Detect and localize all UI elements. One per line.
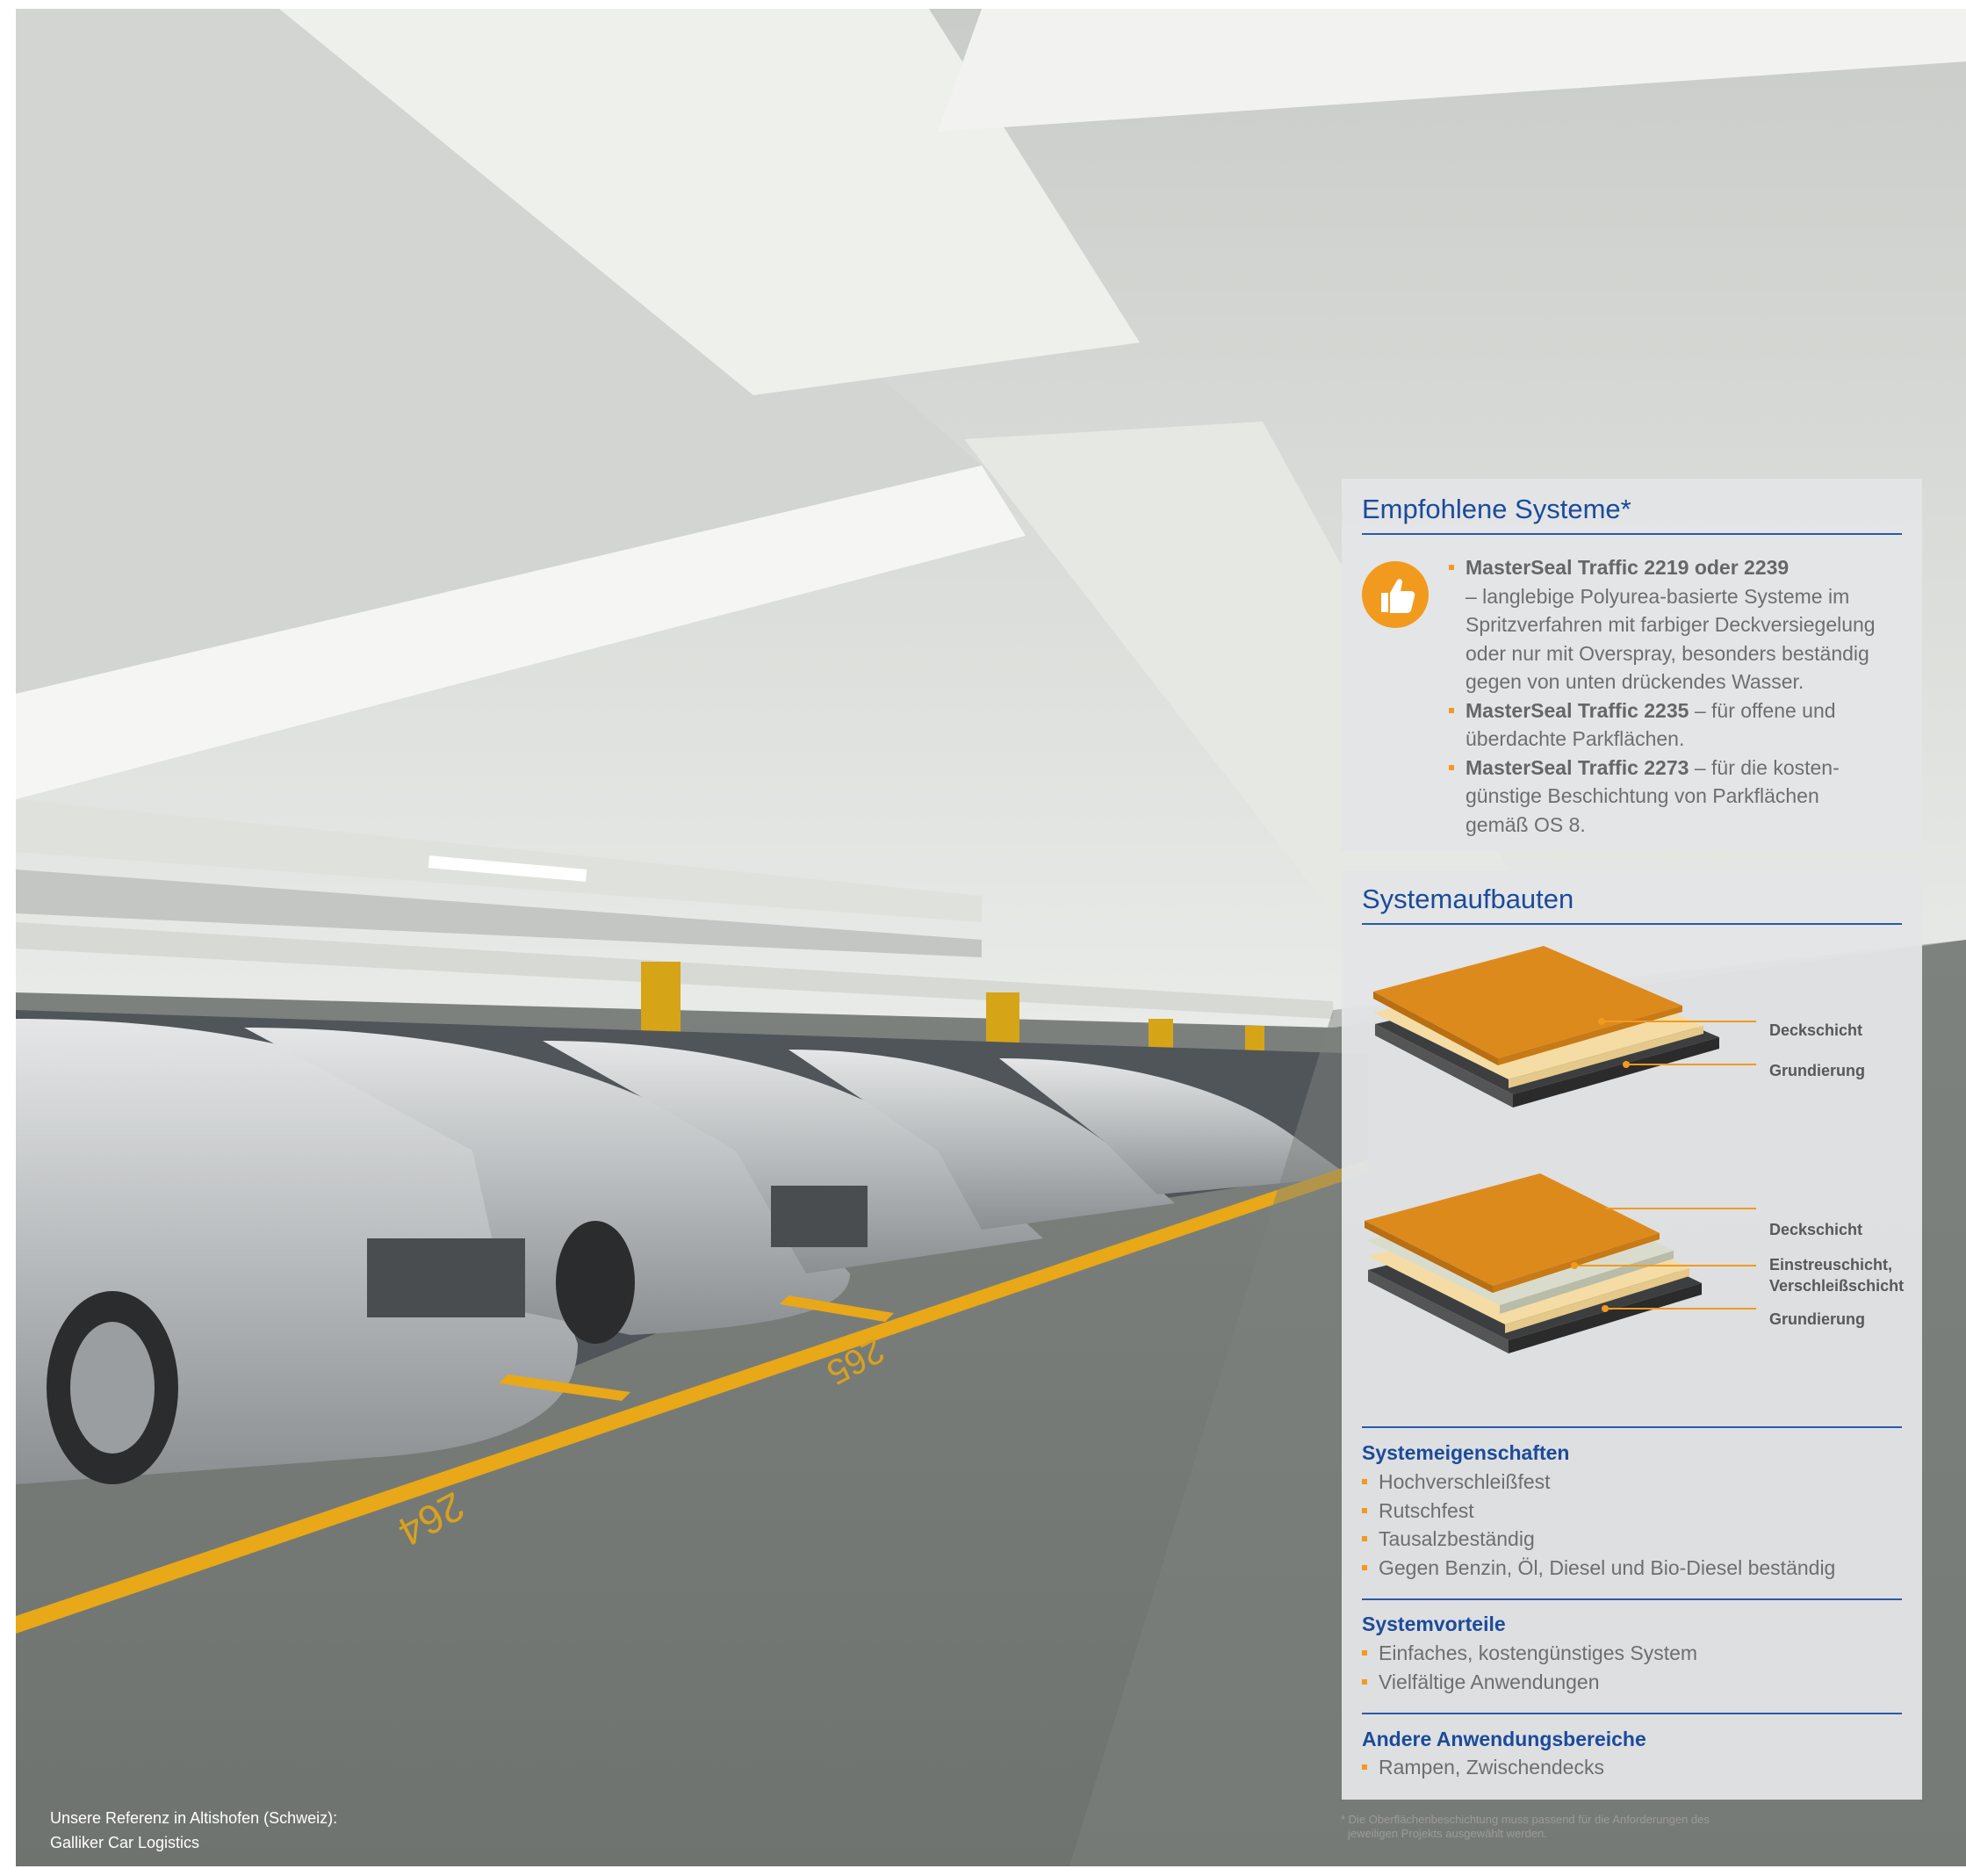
footnote: * Die Oberflächenbeschichtung muss passe… — [1341, 1813, 1710, 1840]
item-text: gegen von unten drückendes Wasser. — [1465, 670, 1804, 693]
layer-label: Einstreuschicht, — [1769, 1256, 1893, 1274]
item-text: – für die kosten- — [1689, 755, 1840, 779]
section-title: Systemeigenschaften — [1362, 1441, 1570, 1464]
product-name: MasterSeal Traffic 2219 oder 2239 — [1465, 556, 1790, 579]
recommended-systems-panel: Empfohlene Systeme* MasterSeal Traffic 2… — [1342, 479, 1922, 851]
divider — [1362, 1426, 1902, 1428]
list-item: Einfaches, kostengünstiges System — [1362, 1639, 1697, 1668]
list-item: MasterSeal Traffic 2273 – für die kosten… — [1449, 754, 1905, 840]
system-builds-panel: Systemaufbauten Deckschicht Grundierung — [1342, 870, 1922, 1800]
photo-caption: Unsere Referenz in Altishofen (Schweiz):… — [50, 1806, 337, 1855]
caption-line: Galliker Car Logistics — [50, 1834, 200, 1851]
thumbs-up-icon — [1362, 561, 1429, 628]
section-title: Systemvorteile — [1362, 1613, 1506, 1635]
layer-label: Deckschicht — [1769, 1221, 1863, 1238]
list-item: Rampen, Zwischendecks — [1362, 1753, 1604, 1782]
item-text: oder nur mit Overspray, besonders bestän… — [1465, 641, 1869, 665]
product-name: MasterSeal Traffic 2235 — [1465, 698, 1689, 722]
list-item: Hochverschleißfest — [1362, 1468, 1835, 1497]
item-text: – langlebige Polyurea-basierte Systeme i… — [1465, 584, 1850, 608]
list-item: Tausalzbeständig — [1362, 1525, 1835, 1554]
item-text: überdachte Parkflächen. — [1465, 727, 1685, 750]
list-item: Gegen Benzin, Öl, Diesel und Bio-Diesel … — [1362, 1554, 1835, 1583]
item-text: günstige Beschichtung von Parkflächen — [1465, 784, 1819, 807]
layer-diagram-two-layers — [1373, 946, 1756, 1108]
advantages-list: Einfaches, kostengünstiges System Vielfä… — [1362, 1639, 1697, 1696]
item-text: Spritzverfahren mit farbiger Deckversieg… — [1465, 613, 1876, 636]
properties-list: Hochverschleißfest Rutschfest Tausalzbes… — [1362, 1468, 1835, 1582]
layer-label: Verschleißschicht — [1769, 1277, 1905, 1295]
divider — [1362, 1713, 1902, 1714]
panel-title: Systemaufbauten — [1362, 884, 1574, 914]
caption-line: Unsere Referenz in Altishofen (Schweiz): — [50, 1809, 338, 1827]
product-name: MasterSeal Traffic 2273 — [1465, 755, 1689, 779]
item-text: – für offene und — [1689, 698, 1836, 722]
section-title: Andere Anwendungsbereiche — [1362, 1728, 1646, 1750]
divider — [1362, 533, 1902, 535]
list-item: MasterSeal Traffic 2219 oder 2239 – lang… — [1449, 553, 1905, 696]
divider — [1362, 923, 1902, 925]
list-item: Vielfältige Anwendungen — [1362, 1668, 1697, 1697]
other-uses-list: Rampen, Zwischendecks — [1362, 1753, 1604, 1782]
recommended-list: MasterSeal Traffic 2219 oder 2239 – lang… — [1449, 553, 1905, 839]
layer-label: Grundierung — [1769, 1310, 1865, 1328]
layer-label: Grundierung — [1769, 1062, 1865, 1079]
list-item: Rutschfest — [1362, 1497, 1835, 1526]
panel-title: Empfohlene Systeme* — [1362, 494, 1631, 524]
list-item: MasterSeal Traffic 2235 – für offene und… — [1449, 696, 1905, 754]
divider — [1362, 1598, 1902, 1600]
layer-label: Deckschicht — [1769, 1021, 1863, 1039]
item-text: gemäß OS 8. — [1465, 812, 1586, 836]
